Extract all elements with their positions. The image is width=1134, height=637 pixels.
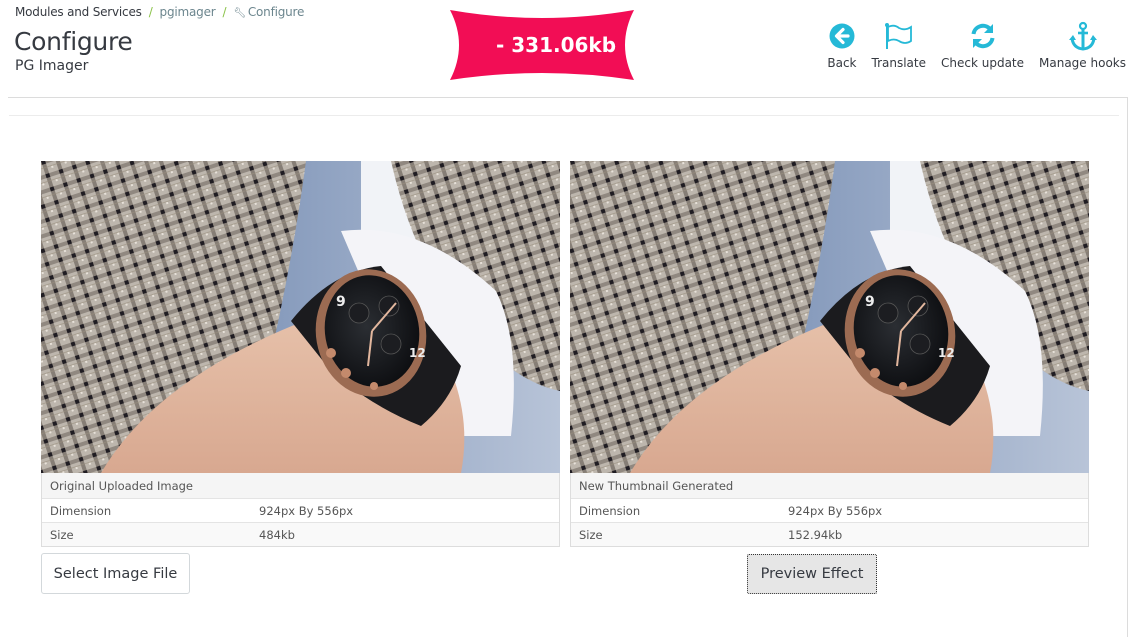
thumbnail-info-table: New Thumbnail Generated Dimension 924px …	[570, 473, 1089, 547]
breadcrumb-configure: Configure	[247, 5, 305, 19]
table-row: Dimension 924px By 556px	[571, 498, 1088, 522]
page-title: Configure	[14, 27, 133, 56]
translate-label: Translate	[871, 56, 927, 70]
table-row: Dimension 924px By 556px	[42, 498, 559, 522]
dimension-value: 924px By 556px	[788, 503, 883, 518]
dimension-value: 924px By 556px	[259, 503, 354, 518]
arrow-circle-left-icon	[829, 23, 855, 49]
breadcrumb-separator: /	[222, 5, 227, 19]
panel-divider	[9, 115, 1119, 116]
original-image-info-table: Original Uploaded Image Dimension 924px …	[41, 473, 560, 547]
anchor-icon	[1068, 21, 1097, 51]
preview-effect-button[interactable]: Preview Effect	[747, 554, 877, 594]
refresh-icon	[971, 23, 994, 49]
dimension-label: Dimension	[50, 503, 112, 518]
size-value: 152.94kb	[788, 527, 843, 542]
dimension-label: Dimension	[579, 503, 641, 518]
back-button[interactable]: Back	[827, 20, 857, 70]
breadcrumb-pgimager[interactable]: pgimager	[160, 5, 216, 19]
translate-button[interactable]: Translate	[871, 20, 927, 70]
info-heading-row: Original Uploaded Image	[42, 473, 559, 498]
size-value: 484kb	[259, 527, 295, 542]
info-heading-row: New Thumbnail Generated	[571, 473, 1088, 498]
check-update-button[interactable]: Check update	[941, 20, 1024, 70]
thumbnail-image	[570, 161, 1089, 473]
original-image-card: Original Uploaded Image Dimension 924px …	[41, 161, 560, 547]
header-toolbar: Back Translate Check update Manage hooks	[812, 20, 1126, 70]
breadcrumb: Modules and Services / pgimager / 🔧︎ Configur…	[15, 5, 304, 19]
savings-badge: - 331.06kb	[448, 8, 636, 82]
breadcrumb-separator: /	[148, 5, 153, 19]
size-label: Size	[579, 527, 603, 542]
table-row: Size 152.94kb	[571, 522, 1088, 546]
info-heading: New Thumbnail Generated	[579, 478, 734, 493]
back-label: Back	[827, 56, 857, 70]
original-image	[41, 161, 560, 473]
info-heading: Original Uploaded Image	[50, 478, 193, 493]
thumbnail-image-card: New Thumbnail Generated Dimension 924px …	[570, 161, 1089, 547]
savings-value: - 331.06kb	[495, 33, 617, 57]
flag-icon	[884, 23, 912, 49]
manage-hooks-button[interactable]: Manage hooks	[1039, 20, 1126, 70]
breadcrumb-modules[interactable]: Modules and Services	[15, 5, 142, 19]
page-subtitle: PG Imager	[15, 58, 89, 74]
manage-hooks-label: Manage hooks	[1039, 56, 1126, 70]
wrench-icon: 🔧︎	[233, 8, 246, 19]
select-image-file-button[interactable]: Select Image File	[41, 553, 190, 594]
table-row: Size 484kb	[42, 522, 559, 546]
size-label: Size	[50, 527, 74, 542]
check-update-label: Check update	[941, 56, 1025, 70]
